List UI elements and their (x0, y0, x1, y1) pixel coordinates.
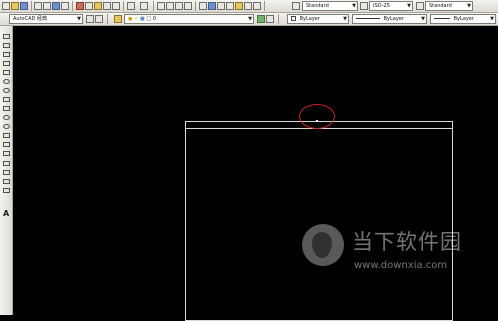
watermark-brand: 当下软件园 (352, 230, 462, 254)
ellipse-arc-icon[interactable] (3, 124, 10, 129)
ellipse-icon[interactable] (3, 115, 10, 120)
workspace-select[interactable]: AutoCAD 经典 ▼ (9, 14, 83, 24)
sheet-set-icon[interactable] (226, 2, 234, 10)
multiline-text-icon[interactable]: A (3, 210, 9, 218)
watermark-url: www.downxia.com (354, 260, 448, 271)
color-swatch-icon (291, 16, 296, 21)
tool-palettes-icon[interactable] (217, 2, 225, 10)
line-icon[interactable] (3, 34, 10, 39)
cut-icon[interactable] (76, 2, 84, 10)
plot-icon[interactable] (61, 2, 69, 10)
new-file-icon[interactable] (2, 2, 10, 10)
draw-toolbar: A (0, 26, 13, 315)
zoom-previous-icon[interactable] (184, 2, 192, 10)
redo-icon[interactable] (140, 2, 148, 10)
arc-icon[interactable] (3, 79, 10, 84)
table-style-select[interactable]: Standard ▼ (425, 1, 473, 11)
copy-icon[interactable] (85, 2, 93, 10)
zoom-realtime-icon[interactable] (166, 2, 174, 10)
chevron-down-icon: ▼ (343, 16, 347, 22)
gradient-icon[interactable] (3, 170, 10, 175)
chevron-down-icon: ▼ (77, 16, 81, 22)
construction-line-icon[interactable] (3, 43, 10, 48)
block-editor-icon[interactable] (112, 2, 120, 10)
quick-calc-icon[interactable] (244, 2, 252, 10)
dim-style-icon (360, 2, 368, 10)
linetype-control-select[interactable]: ByLayer ▼ (352, 14, 427, 24)
linetype-sample-icon (356, 18, 380, 19)
standard-toolbar: Standard ▼ ISO-25 ▼ Standard ▼ (0, 0, 498, 13)
highlight-circle (299, 104, 335, 129)
table-style-value: Standard (429, 3, 452, 9)
hatch-icon[interactable] (3, 161, 10, 166)
markup-icon[interactable] (235, 2, 243, 10)
polyline-icon[interactable] (3, 52, 10, 57)
dim-style-select[interactable]: ISO-25 ▼ (369, 1, 413, 11)
properties-icon[interactable] (199, 2, 207, 10)
save-icon[interactable] (20, 2, 28, 10)
circle-icon[interactable] (3, 88, 10, 93)
paste-icon[interactable] (94, 2, 102, 10)
chevron-down-icon: ▼ (421, 16, 425, 22)
lineweight-control-select[interactable]: ByLayer ▼ (430, 14, 496, 24)
polygon-icon[interactable] (3, 61, 10, 66)
watermark: 当下软件园 www.downxia.com (302, 218, 477, 293)
workspace-value: AutoCAD 经典 (13, 16, 47, 22)
insert-block-icon[interactable] (3, 133, 10, 138)
print-icon[interactable] (34, 2, 42, 10)
spline-icon[interactable] (3, 106, 10, 111)
color-value: ByLayer (299, 16, 320, 22)
rectangle-icon[interactable] (3, 70, 10, 75)
layers-properties-toolbar: AutoCAD 经典 ▼ ● ☼ ■ □ 0 ▼ ByLayer ▼ ByLay… (0, 13, 498, 26)
lineweight-sample-icon (434, 18, 450, 19)
lightbulb-icon: ● (128, 16, 133, 22)
workspace-save-icon[interactable] (95, 15, 103, 23)
chevron-down-icon: ▼ (407, 3, 411, 9)
make-current-layer-icon[interactable] (257, 15, 265, 23)
point-icon[interactable] (3, 151, 10, 156)
layer-select[interactable]: ● ☼ ■ □ 0 ▼ (124, 14, 254, 24)
dim-style-value: ISO-25 (373, 3, 390, 9)
undo-icon[interactable] (127, 2, 135, 10)
zoom-window-icon[interactable] (175, 2, 183, 10)
workspace-settings-icon[interactable] (86, 15, 94, 23)
publish-icon[interactable] (52, 2, 60, 10)
layer-value: 0 (152, 16, 156, 22)
text-style-icon (292, 2, 300, 10)
chevron-down-icon: ▼ (467, 3, 471, 9)
region-icon[interactable] (3, 179, 10, 184)
sun-icon: ☼ (133, 16, 139, 22)
cursor-point (316, 120, 318, 122)
text-style-value: Standard (306, 3, 329, 9)
text-style-select[interactable]: Standard ▼ (302, 1, 358, 11)
design-center-icon[interactable] (208, 2, 216, 10)
lock-icon: ■ (140, 16, 145, 22)
make-block-icon[interactable] (3, 142, 10, 147)
help-icon[interactable] (253, 2, 261, 10)
table-style-icon (416, 2, 424, 10)
lineweight-value: ByLayer (453, 16, 474, 22)
layer-previous-icon[interactable] (266, 15, 274, 23)
revision-cloud-icon[interactable] (3, 97, 10, 102)
layer-manager-icon[interactable] (114, 15, 122, 23)
chevron-down-icon: ▼ (248, 16, 252, 22)
open-file-icon[interactable] (11, 2, 19, 10)
watermark-logo-icon (302, 224, 344, 266)
table-icon[interactable] (3, 188, 10, 193)
color-swatch-icon: □ (146, 16, 152, 22)
chevron-down-icon: ▼ (490, 16, 494, 22)
color-control-select[interactable]: ByLayer ▼ (287, 14, 349, 24)
match-properties-icon[interactable] (103, 2, 111, 10)
chevron-down-icon: ▼ (352, 3, 356, 9)
pan-icon[interactable] (157, 2, 165, 10)
linetype-value: ByLayer (383, 16, 404, 22)
print-preview-icon[interactable] (43, 2, 51, 10)
